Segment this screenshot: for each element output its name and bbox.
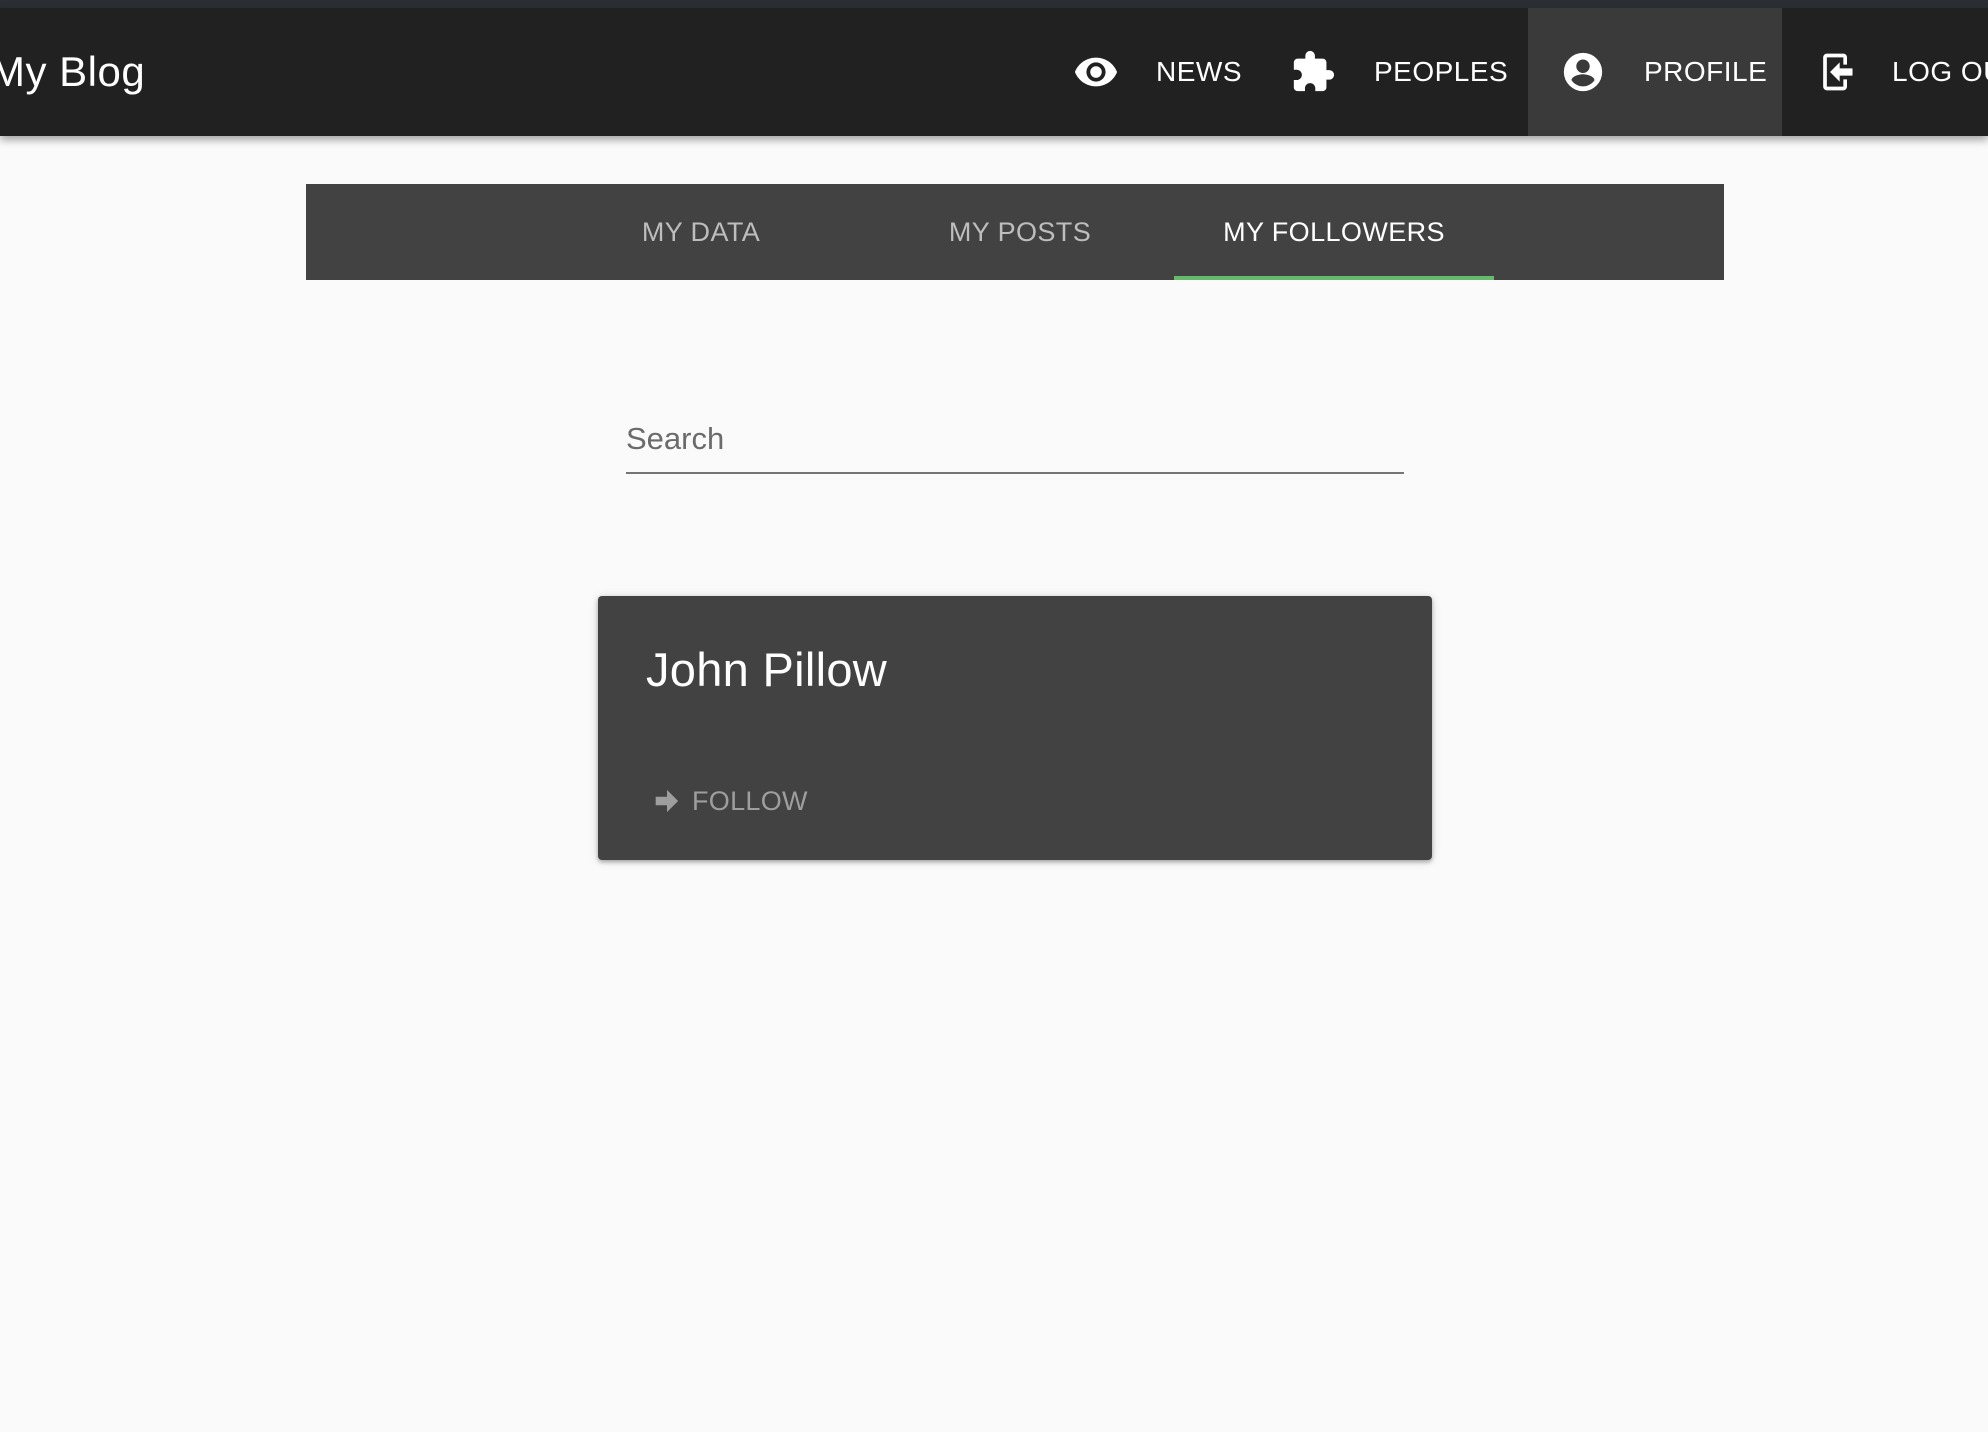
app-title[interactable]: My Blog (0, 8, 145, 136)
tab-my-data[interactable]: MY DATA (576, 184, 826, 280)
login-box-icon (1800, 50, 1872, 94)
tab-my-posts[interactable]: MY POSTS (892, 184, 1148, 280)
follower-name: John Pillow (646, 643, 888, 696)
nav-profile[interactable]: PROFILE (1528, 8, 1782, 136)
profile-tabs: MY DATA MY POSTS MY FOLLOWERS (306, 184, 1724, 280)
tab-my-posts-label: MY POSTS (948, 216, 1092, 247)
nav-news-label: NEWS (1156, 56, 1242, 87)
follow-button[interactable]: FOLLOW (650, 782, 808, 820)
app-bar: My Blog NEWS PEOPLES PROFILE LOG OU (0, 8, 1988, 136)
arrow-right-bold-icon (650, 784, 684, 818)
tab-my-data-label: MY DATA (641, 216, 761, 247)
tab-my-followers-label: MY FOLLOWERS (1223, 216, 1445, 247)
tab-active-indicator (1174, 276, 1494, 280)
nav-peoples[interactable]: PEOPLES (1282, 8, 1530, 136)
eye-icon (1060, 49, 1132, 95)
nav-profile-label: PROFILE (1644, 56, 1768, 87)
follower-card: John Pillow FOLLOW (598, 596, 1432, 860)
tab-my-followers[interactable]: MY FOLLOWERS (1174, 184, 1494, 280)
search-field (626, 408, 1404, 474)
puzzle-icon (1282, 49, 1344, 95)
window-top-strip (0, 0, 1988, 8)
search-input[interactable] (626, 408, 1404, 470)
nav-peoples-label: PEOPLES (1374, 56, 1509, 87)
follow-button-label: FOLLOW (692, 785, 808, 816)
nav-logout-label: LOG OU (1892, 56, 1988, 87)
nav-logout[interactable]: LOG OU (1800, 8, 1988, 136)
account-circle-icon (1548, 49, 1618, 95)
nav-news[interactable]: NEWS (1060, 8, 1258, 136)
